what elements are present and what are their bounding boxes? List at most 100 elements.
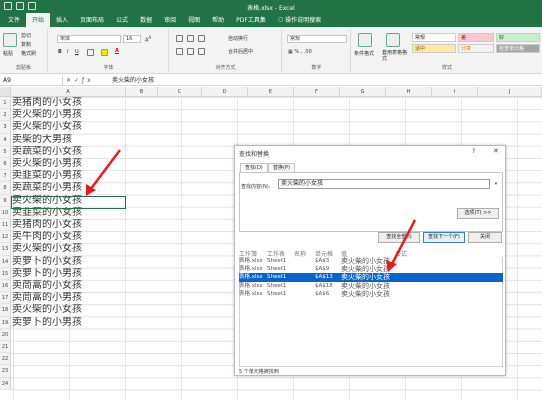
cell-a[interactable]: 卖火柴的小女孩	[12, 304, 125, 316]
merge-center-button[interactable]: 合并后居中	[228, 48, 253, 55]
tab-help[interactable]: 帮助	[206, 13, 230, 27]
tab-pdf-tools[interactable]: PDF工具集	[230, 13, 272, 27]
tab-insert[interactable]: 插入	[50, 13, 74, 27]
cell-a[interactable]: 卖火柴的小男孩	[12, 109, 125, 121]
find-all-button[interactable]: 查找全部(I)	[378, 232, 420, 243]
row-header[interactable]: 8	[0, 182, 11, 195]
row-header[interactable]: 19	[0, 316, 11, 329]
row-header[interactable]: 24	[0, 377, 11, 390]
help-button[interactable]: ?	[472, 148, 475, 155]
column-header-c[interactable]: C	[158, 87, 202, 97]
font-color-icon[interactable]: A	[115, 48, 119, 54]
row-header[interactable]: 7	[0, 170, 11, 183]
tab-home[interactable]: 开始	[26, 13, 51, 27]
row-header[interactable]: 18	[0, 304, 11, 317]
cell-a[interactable]: 卖韭菜的小男孩	[12, 170, 125, 182]
wrap-text-button[interactable]: 自动换行	[228, 35, 248, 42]
row-header[interactable]: 11	[0, 219, 11, 232]
cell-a[interactable]: 卖蔬菜的小男孩	[12, 182, 125, 194]
align-left-icon[interactable]	[176, 48, 183, 55]
row-header[interactable]: 21	[0, 341, 11, 354]
row-header[interactable]: 15	[0, 267, 11, 280]
select-all-corner[interactable]	[0, 87, 11, 97]
cell-a[interactable]: 卖茼蒿的小女孩	[12, 280, 125, 292]
font-name-select[interactable]: 宋体	[57, 35, 121, 43]
cell-a[interactable]: 卖蔬菜的小女孩	[12, 146, 125, 158]
style-bad[interactable]: 差	[458, 33, 494, 42]
find-next-button[interactable]: 查找下一个(F)	[423, 232, 465, 243]
underline-button[interactable]: U	[75, 49, 79, 55]
row-header[interactable]: 3	[0, 121, 11, 134]
row-header[interactable]: 14	[0, 255, 11, 268]
column-header-i[interactable]: I	[432, 87, 478, 97]
close-icon[interactable]: ✕	[493, 147, 499, 155]
row-header[interactable]: 17	[0, 292, 11, 305]
bold-button[interactable]: B	[58, 49, 62, 55]
row-header[interactable]: 9	[0, 194, 11, 207]
cell-a[interactable]: 卖火柴的小女孩	[12, 243, 125, 255]
cell-a[interactable]: 卖茼蒿的小男孩	[12, 292, 125, 304]
cut-button[interactable]: 剪切	[21, 32, 31, 39]
align-top-icon[interactable]	[176, 35, 183, 42]
copy-button[interactable]: 复制	[21, 41, 31, 48]
tab-view[interactable]: 视图	[182, 13, 206, 27]
align-bottom-icon[interactable]	[198, 35, 205, 42]
close-button[interactable]: 关闭	[468, 232, 502, 243]
row-header[interactable]: 6	[0, 158, 11, 171]
row-header[interactable]: 10	[0, 206, 11, 219]
row-header[interactable]: 22	[0, 353, 11, 366]
chevron-down-icon[interactable]: ▾	[492, 179, 500, 189]
column-header-e[interactable]: E	[248, 87, 294, 97]
result-row[interactable]: 表格.xlsx Sheet1 $A$18 卖火柴的小女孩	[239, 282, 503, 290]
column-header-a[interactable]: A	[11, 87, 126, 97]
tab-data[interactable]: 数据	[134, 13, 158, 27]
cell-a[interactable]: 卖萝卜的小男孩	[12, 317, 125, 329]
paste-label[interactable]: 粘贴	[3, 50, 13, 57]
cell-a[interactable]	[12, 365, 125, 377]
paste-icon[interactable]	[3, 33, 17, 47]
format-painter-button[interactable]: 格式刷	[21, 50, 36, 57]
result-row[interactable]: 表格.xlsx Sheet1 $A$13 卖火柴的小女孩	[239, 273, 503, 282]
style-good[interactable]: 好	[496, 33, 540, 42]
tell-me-search[interactable]: ○ 操作说明搜索	[272, 13, 327, 27]
column-header-g[interactable]: G	[340, 87, 386, 97]
column-header-d[interactable]: D	[202, 87, 248, 97]
cell-a[interactable]: 卖猪肉的小女孩	[12, 219, 125, 231]
row-header[interactable]: 4	[0, 133, 11, 146]
row-header[interactable]: 20	[0, 328, 11, 341]
cell-a[interactable]: 卖牛肉的小女孩	[12, 231, 125, 243]
cell-a[interactable]: 卖柴的大男孩	[12, 134, 125, 146]
style-calculation[interactable]: 计算	[458, 44, 494, 53]
tab-file[interactable]: 文件	[2, 13, 26, 27]
row-header[interactable]: 2	[0, 109, 11, 122]
fx-icon[interactable]: ✕✓ƒx	[66, 76, 106, 85]
style-check-cell[interactable]: 检查单元格	[496, 44, 540, 53]
italic-button[interactable]: I	[67, 49, 68, 55]
fill-color-icon[interactable]	[101, 49, 108, 56]
font-size-select[interactable]: 16	[123, 35, 141, 43]
cell-a[interactable]: 卖火柴的小女孩	[12, 121, 125, 133]
result-row[interactable]: 表格.xlsx Sheet1 $A$3 卖火柴的小女孩	[239, 257, 503, 265]
row-header[interactable]: 5	[0, 145, 11, 158]
align-middle-icon[interactable]	[187, 35, 194, 42]
grow-font-icon[interactable]: AA	[145, 35, 151, 44]
column-header-j[interactable]: J	[478, 87, 542, 97]
cell-a[interactable]	[12, 329, 125, 341]
row-header[interactable]: 13	[0, 243, 11, 256]
row-header[interactable]: 16	[0, 280, 11, 293]
format-as-table-icon[interactable]	[386, 33, 400, 47]
formula-input[interactable]: 卖火柴的小女孩	[112, 76, 154, 85]
row-header[interactable]: 12	[0, 231, 11, 244]
number-format-icons[interactable]: ▦ % , .00	[288, 49, 312, 55]
row-header[interactable]: 1	[0, 97, 11, 110]
tab-review[interactable]: 审阅	[158, 13, 182, 27]
conditional-format-icon[interactable]	[358, 33, 372, 47]
tab-page-layout[interactable]: 页面布局	[74, 13, 110, 27]
find-what-input[interactable]: 卖火柴的小女孩	[278, 179, 490, 189]
row-header[interactable]: 23	[0, 365, 11, 378]
cell-a[interactable]: 卖萝卜的小女孩	[12, 256, 125, 268]
format-as-table-button[interactable]: 套用表格格式	[382, 50, 410, 62]
align-center-icon[interactable]	[187, 48, 194, 55]
cell-a[interactable]: 卖萝卜的小男孩	[12, 268, 125, 280]
align-right-icon[interactable]	[198, 48, 205, 55]
